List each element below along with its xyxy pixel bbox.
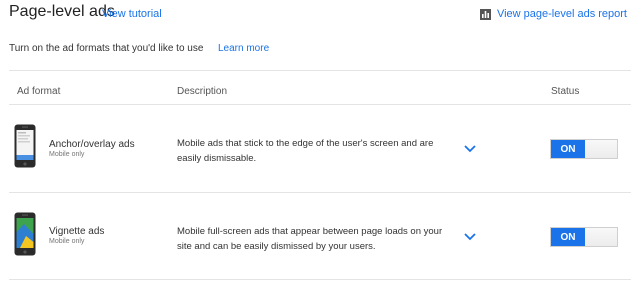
- row-description: Mobile ads that stick to the edge of the…: [177, 138, 434, 164]
- toggle-on-label: ON: [551, 140, 585, 158]
- bar-chart-icon: [479, 8, 491, 20]
- toggle-off-area: [585, 140, 617, 158]
- column-header-ad-format: Ad format: [17, 86, 61, 97]
- row-subtitle: Mobile only: [49, 238, 85, 245]
- view-report-label: View page-level ads report: [496, 8, 627, 20]
- status-toggle[interactable]: ON: [550, 227, 618, 247]
- phone-anchor-icon: [14, 124, 36, 173]
- view-report-link[interactable]: View page-level ads report: [479, 8, 627, 20]
- learn-more-link[interactable]: Learn more: [218, 43, 269, 54]
- status-toggle[interactable]: ON: [550, 139, 618, 159]
- intro-text: Turn on the ad formats that you'd like t…: [9, 43, 204, 54]
- row-title: Vignette ads: [49, 226, 105, 237]
- divider: [9, 192, 631, 193]
- phone-vignette-icon: [14, 212, 36, 261]
- view-tutorial-link[interactable]: View tutorial: [102, 8, 162, 20]
- chevron-down-icon[interactable]: [464, 233, 476, 241]
- toggle-off-area: [585, 228, 617, 246]
- row-description: Mobile full-screen ads that appear betwe…: [177, 226, 443, 252]
- row-subtitle: Mobile only: [49, 151, 85, 158]
- divider: [9, 279, 631, 280]
- column-header-status: Status: [551, 86, 580, 97]
- divider: [9, 70, 631, 71]
- column-header-description: Description: [177, 86, 228, 97]
- page-title: Page-level ads: [9, 3, 115, 20]
- row-title: Anchor/overlay ads: [49, 139, 135, 150]
- chevron-down-icon[interactable]: [464, 145, 476, 153]
- toggle-on-label: ON: [551, 228, 585, 246]
- divider: [9, 104, 631, 105]
